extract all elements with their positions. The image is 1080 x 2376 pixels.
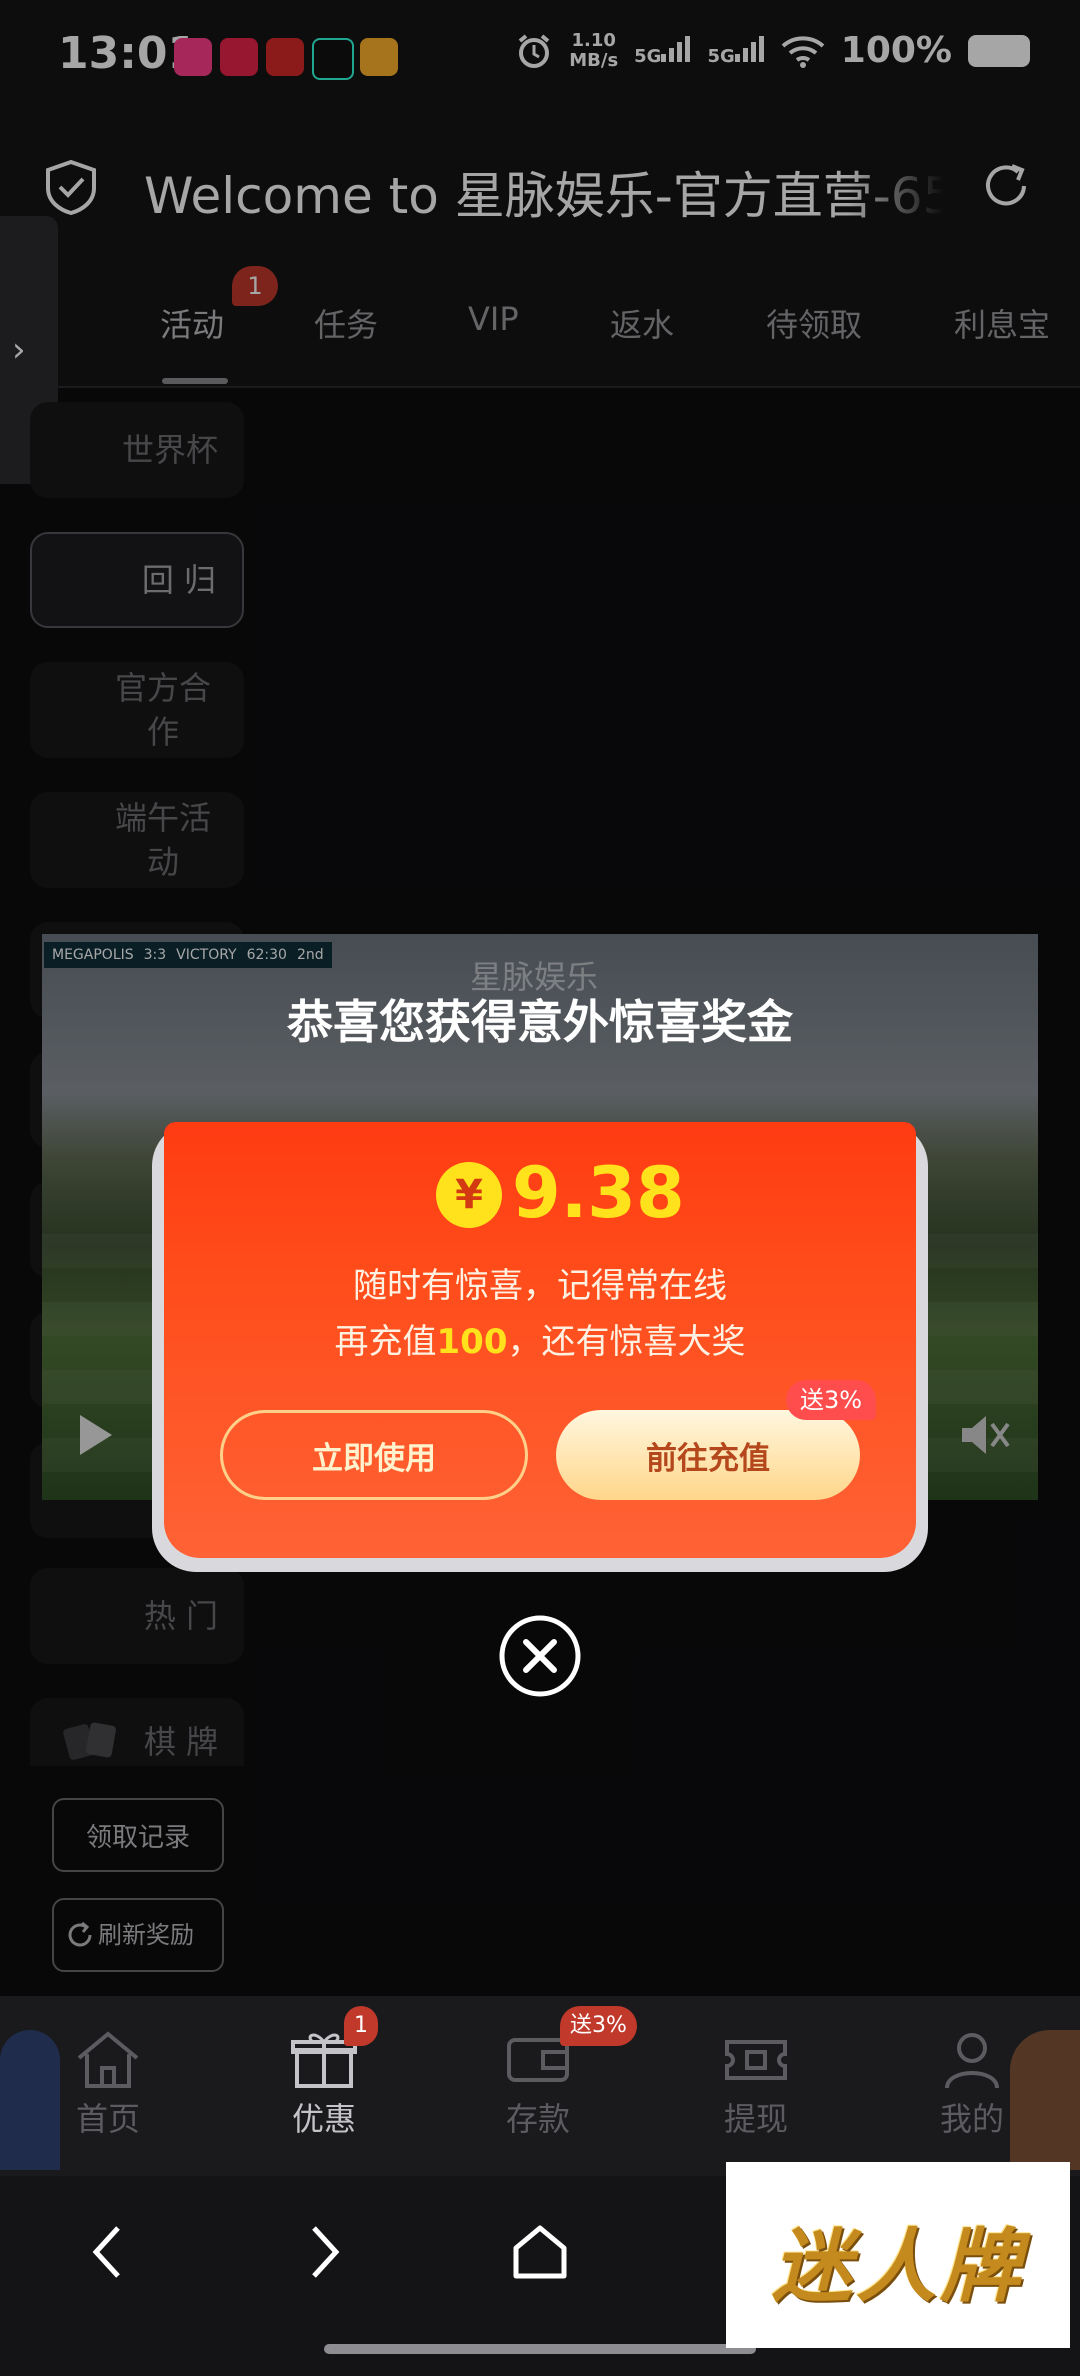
tab-badge: 1 <box>232 266 278 306</box>
status-indicators: 1.10 MB/s 5G 5G 100% <box>515 30 1030 71</box>
refresh-rewards-button[interactable]: 刷新奖励 <box>52 1898 224 1972</box>
ticket-icon <box>725 2040 787 2080</box>
app-notification-icon <box>174 38 212 76</box>
nav-withdraw[interactable]: 提现 <box>686 2028 826 2140</box>
signal-bars-icon <box>734 36 764 62</box>
tiktok-icon <box>312 38 354 80</box>
nav-promotions-badge: 1 <box>344 2006 378 2046</box>
wifi-icon <box>781 35 825 68</box>
battery-percent: 100% <box>840 30 952 71</box>
user-icon <box>945 2033 999 2089</box>
app-notification-icon <box>360 38 398 76</box>
signal-1: 5G <box>634 30 691 71</box>
back-arrow-icon[interactable] <box>88 2222 128 2282</box>
tab-tasks[interactable]: 任务 <box>314 300 378 346</box>
brand-watermark: 迷人牌 <box>772 2220 1024 2313</box>
tab-vip[interactable]: VIP <box>468 300 519 338</box>
nav-promotions[interactable]: 优惠 <box>254 2028 394 2140</box>
forward-arrow-icon[interactable] <box>304 2222 344 2282</box>
nav-profile[interactable]: 我的 <box>902 2028 1042 2140</box>
bonus-recharge-message: 再充值100，还有惊喜大奖 <box>334 1322 746 1362</box>
sidebar-item-dragonboat[interactable]: 端午活动 <box>30 792 244 888</box>
tab-active-indicator <box>162 378 228 384</box>
bonus-amount: 9.38 <box>512 1152 685 1234</box>
signal-bars-icon <box>661 36 691 62</box>
bonus-message: 随时有惊喜，记得常在线 <box>353 1266 727 1306</box>
tab-interest[interactable]: 利息宝 <box>954 300 1050 346</box>
sidebar-item-partner[interactable]: 官方合作 <box>30 662 244 758</box>
mute-icon[interactable] <box>958 1410 1012 1460</box>
sidebar-item-hot[interactable]: 热 门 <box>30 1568 244 1664</box>
go-recharge-button[interactable]: 前往充值 <box>556 1410 860 1500</box>
shield-check-icon[interactable] <box>42 158 100 216</box>
play-icon[interactable] <box>76 1412 116 1458</box>
sidebar-item-worldcup[interactable]: 世界杯 <box>30 402 244 498</box>
network-speed: 1.10 MB/s <box>569 29 619 71</box>
home-indicator[interactable] <box>324 2344 756 2354</box>
sidebar-item-cards[interactable]: 棋 牌 <box>30 1698 244 1766</box>
reload-icon[interactable] <box>978 158 1034 214</box>
yuan-coin-icon: ¥ <box>436 1162 502 1228</box>
use-now-button[interactable]: 立即使用 <box>220 1410 528 1500</box>
tab-pending[interactable]: 待领取 <box>766 300 862 346</box>
tab-activity[interactable]: 活动 <box>160 300 224 346</box>
signal-2: 5G <box>707 30 764 71</box>
home-icon <box>77 2031 139 2088</box>
refresh-icon <box>68 1921 92 1947</box>
match-scoreboard: MEGAPOLIS 3:3 VICTORY 62:30 2nd <box>44 942 332 968</box>
chevron-right-icon[interactable]: › <box>12 330 26 370</box>
home-button-icon[interactable] <box>510 2222 570 2282</box>
tab-rebate[interactable]: 返水 <box>610 300 674 346</box>
sidebar-item-return[interactable]: 回 归 <box>30 532 244 628</box>
page-title-url[interactable]: Welcome to 星脉娱乐-官方直营-652 <box>144 156 944 228</box>
close-icon[interactable] <box>498 1614 582 1698</box>
app-notification-icon <box>220 38 258 76</box>
claim-records-button[interactable]: 领取记录 <box>52 1798 224 1872</box>
app-notification-icon <box>266 38 304 76</box>
nav-deposit-badge: 送3% <box>560 2006 637 2046</box>
alarm-icon <box>518 33 550 68</box>
recharge-bonus-badge: 送3% <box>786 1380 877 1420</box>
nav-home[interactable]: 首页 <box>38 2028 178 2140</box>
playing-cards-icon <box>63 1722 116 1760</box>
battery-icon <box>968 34 1030 67</box>
modal-title: 恭喜您获得意外惊喜奖金 <box>287 995 793 1049</box>
